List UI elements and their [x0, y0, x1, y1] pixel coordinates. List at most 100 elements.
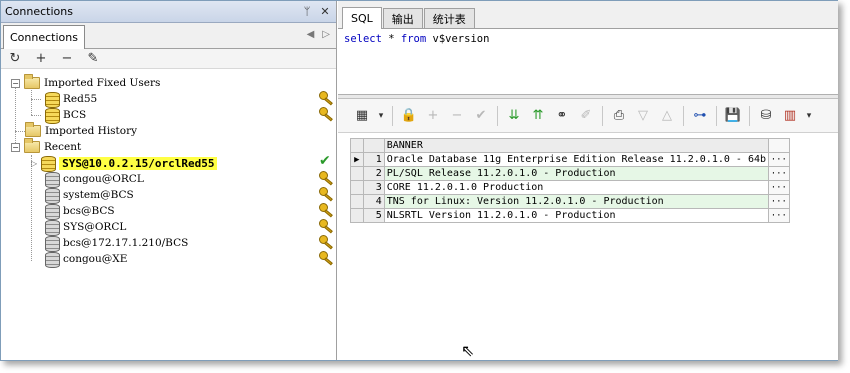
- banner-cell[interactable]: CORE 11.2.0.1.0 Production: [383, 180, 769, 195]
- dropdown-arrow-icon[interactable]: ▾: [804, 106, 814, 126]
- gray-db-icon: [45, 204, 60, 220]
- table-row[interactable]: 5 NLSRTL Version 11.2.0.1.0 - Production…: [350, 208, 791, 223]
- banner-cell[interactable]: TNS for Linux: Version 11.2.0.1.0 - Prod…: [383, 194, 769, 209]
- tree-item-bcs-bcs[interactable]: bcs@BCS: [45, 203, 115, 220]
- row-number: 3: [362, 180, 385, 195]
- cell-more-button[interactable]: ···: [767, 208, 791, 223]
- tree-item-label: congou@XE: [63, 253, 128, 265]
- folder-icon: [25, 122, 41, 137]
- connections-toolbar: ↻ + − ✎: [1, 49, 336, 69]
- key-icon[interactable]: [319, 107, 333, 122]
- tree-item-label: bcs@172.17.1.210/BCS: [63, 237, 189, 249]
- tree-item-red55[interactable]: Red55: [45, 91, 97, 108]
- tab-sql[interactable]: SQL: [342, 7, 382, 29]
- add-row-icon[interactable]: +: [423, 106, 443, 126]
- gold-db-icon: [45, 108, 60, 124]
- tree-item-sys-orclred55[interactable]: ▷ SYS@10.0.2.15/orclRed55: [31, 155, 218, 172]
- tab-next-icon[interactable]: ▷: [322, 29, 330, 40]
- cell-more-button[interactable]: ···: [767, 166, 791, 181]
- result-grid: BANNER ▶ 1 Oracle Database 11g Enterpris…: [350, 138, 791, 223]
- connections-tab-row: Connections ◀ ▷: [1, 23, 336, 49]
- key-icon[interactable]: [319, 171, 333, 186]
- sql-keyword-from: from: [400, 33, 427, 45]
- tree-item-label-selected: SYS@10.0.2.15/orclRed55: [59, 156, 218, 170]
- column-header-banner[interactable]: BANNER: [383, 138, 769, 153]
- connected-check-icon: ✔: [319, 153, 331, 169]
- tree-group-label: Recent: [44, 141, 82, 153]
- collapse-icon[interactable]: −: [11, 142, 20, 152]
- print-icon[interactable]: ⎙: [609, 106, 629, 126]
- sql-tab-row: SQL 输出 统计表: [338, 1, 838, 29]
- close-icon[interactable]: ✕: [318, 5, 332, 19]
- table-row[interactable]: 3 CORE 11.2.0.1.0 Production ···: [350, 180, 791, 195]
- gold-db-icon: [45, 92, 60, 108]
- table-row[interactable]: ▶ 1 Oracle Database 11g Enterprise Editi…: [350, 152, 791, 167]
- banner-cell[interactable]: NLSRTL Version 11.2.0.1.0 - Production: [383, 208, 769, 223]
- gray-db-icon: [45, 236, 60, 252]
- post-icon[interactable]: ✔: [471, 106, 491, 126]
- save-icon[interactable]: 💾: [723, 106, 743, 126]
- key-icon[interactable]: [319, 251, 333, 266]
- connections-title-bar: Connections ᛘ ✕: [1, 1, 336, 23]
- tree-item-system-bcs[interactable]: system@BCS: [45, 187, 134, 204]
- down-icon[interactable]: ▽: [633, 106, 653, 126]
- clear-icon[interactable]: ✐: [576, 106, 596, 126]
- up-icon[interactable]: △: [657, 106, 677, 126]
- banner-cell[interactable]: Oracle Database 11g Enterprise Edition R…: [383, 152, 769, 167]
- tree-item-sys-orcl[interactable]: SYS@ORCL: [45, 219, 126, 236]
- key-icon[interactable]: [319, 235, 333, 250]
- first-record-icon[interactable]: ⇊: [504, 106, 524, 126]
- folder-icon: [24, 74, 40, 89]
- remove-icon[interactable]: −: [57, 49, 77, 69]
- expand-arrow-icon[interactable]: ▷: [31, 159, 37, 168]
- export-icon[interactable]: ⛁: [756, 106, 776, 126]
- tree-group-imported-fixed-users[interactable]: − Imported Fixed Users: [11, 74, 161, 91]
- folder-icon: [24, 138, 40, 153]
- tree-group-label: Imported Fixed Users: [44, 77, 161, 89]
- row-number: 4: [362, 194, 385, 209]
- table-row[interactable]: 4 TNS for Linux: Version 11.2.0.1.0 - Pr…: [350, 194, 791, 209]
- refresh-icon[interactable]: ↻: [5, 49, 25, 69]
- sql-star: *: [381, 33, 401, 45]
- tab-statistics[interactable]: 统计表: [423, 8, 475, 28]
- key-icon[interactable]: [319, 219, 333, 234]
- delete-row-icon[interactable]: −: [447, 106, 467, 126]
- tree-group-recent[interactable]: − Recent: [11, 138, 82, 155]
- sql-editor[interactable]: select * from v$version: [338, 29, 838, 95]
- add-icon[interactable]: +: [31, 49, 51, 69]
- tree-group-label: Imported History: [45, 125, 138, 137]
- banner-cell[interactable]: PL/SQL Release 11.2.0.1.0 - Production: [383, 166, 769, 181]
- sql-object: v$version: [426, 33, 490, 45]
- lock-icon[interactable]: 🔒: [399, 106, 419, 126]
- key-icon[interactable]: [319, 203, 333, 218]
- grid-header-row: BANNER: [350, 138, 791, 153]
- cell-more-button[interactable]: ···: [767, 152, 791, 167]
- row-number: 2: [362, 166, 385, 181]
- chart-icon[interactable]: ▥: [780, 106, 800, 126]
- tree-item-label: system@BCS: [63, 189, 134, 201]
- tree-group-imported-history[interactable]: Imported History: [25, 122, 138, 139]
- tab-prev-icon[interactable]: ◀: [307, 29, 315, 40]
- binoculars-icon[interactable]: ⚭: [552, 106, 572, 126]
- gray-db-icon: [45, 188, 60, 204]
- cell-more-button[interactable]: ···: [767, 194, 791, 209]
- gray-db-icon: [45, 220, 60, 236]
- mouse-pointer-icon: ⇖: [461, 341, 475, 360]
- tree-item-bcs[interactable]: BCS: [45, 107, 86, 124]
- key-icon[interactable]: [319, 187, 333, 202]
- collapse-icon[interactable]: −: [11, 78, 20, 88]
- pin-icon[interactable]: ᛘ: [300, 5, 314, 19]
- cell-more-button[interactable]: ···: [767, 180, 791, 195]
- dropdown-arrow-icon[interactable]: ▾: [376, 106, 386, 126]
- tree-item-congou-xe[interactable]: congou@XE: [45, 251, 128, 268]
- tree-item-congou-orcl[interactable]: congou@ORCL: [45, 171, 144, 188]
- tree-icon[interactable]: ⊶: [690, 106, 710, 126]
- last-record-icon[interactable]: ⇈: [528, 106, 548, 126]
- properties-icon[interactable]: ✎: [83, 49, 103, 69]
- tab-output[interactable]: 输出: [382, 8, 423, 28]
- key-icon[interactable]: [319, 91, 333, 106]
- table-row[interactable]: 2 PL/SQL Release 11.2.0.1.0 - Production…: [350, 166, 791, 181]
- grid-icon[interactable]: ▦: [352, 106, 372, 126]
- tab-connections[interactable]: Connections: [3, 25, 85, 49]
- tree-item-bcs-172[interactable]: bcs@172.17.1.210/BCS: [45, 235, 189, 252]
